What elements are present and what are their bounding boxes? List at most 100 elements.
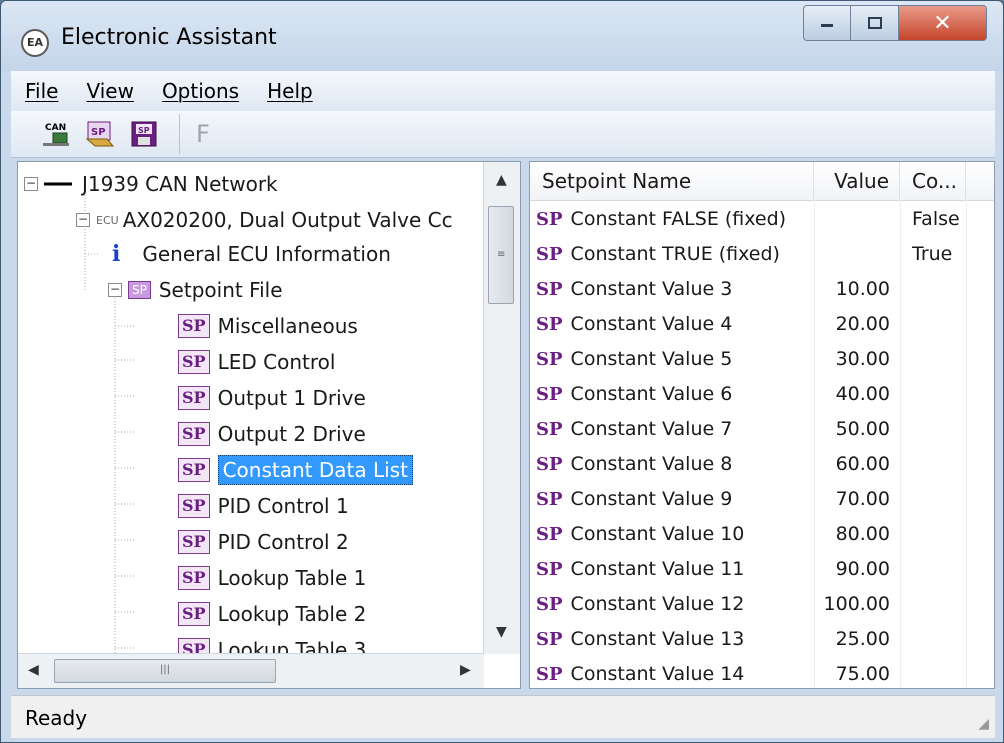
tree-item-lookup-table-1[interactable]: SP Lookup Table 1	[178, 562, 366, 594]
menu-file[interactable]: File	[25, 79, 58, 103]
menu-help[interactable]: Help	[267, 79, 313, 103]
toolbar: CAN SP SP F	[11, 111, 995, 158]
vertical-scroll-thumb[interactable]: ≡	[488, 206, 514, 304]
app-window: EA Electronic Assistant ✕ File View Opti…	[0, 0, 1004, 743]
setpoint-name: Constant Value 12	[570, 593, 745, 615]
sp-icon: SP	[536, 663, 563, 685]
table-row[interactable]: SP Constant Value 8 60.00	[530, 447, 994, 481]
minimize-button[interactable]	[803, 5, 851, 41]
tree-node-network[interactable]: − J1939 CAN Network	[24, 168, 278, 200]
tree-view[interactable]: − J1939 CAN Network − ECU AX020200, Dual…	[18, 162, 484, 654]
setpoint-comment-cell: True	[912, 243, 953, 265]
setpoint-name: Constant Value 10	[570, 523, 745, 545]
collapse-icon[interactable]: −	[108, 283, 122, 297]
open-setpoint-button[interactable]: SP	[83, 117, 117, 151]
tree-item-pid-control-2[interactable]: SP PID Control 2	[178, 526, 349, 558]
table-row[interactable]: SP Constant Value 7 50.00	[530, 412, 994, 446]
sp-icon: SP	[536, 628, 563, 650]
column-header-setpoint-name[interactable]: Setpoint Name	[530, 162, 814, 200]
table-row[interactable]: SP Constant Value 11 90.00	[530, 552, 994, 586]
column-header-value[interactable]: Value	[814, 162, 900, 200]
menu-options[interactable]: Options	[162, 79, 239, 103]
setpoint-value-cell[interactable]: 40.00	[814, 383, 900, 405]
setpoint-value-cell[interactable]: 20.00	[814, 313, 900, 335]
collapse-icon[interactable]: −	[76, 213, 90, 227]
close-button[interactable]: ✕	[899, 5, 987, 41]
tree-item-output-1-drive[interactable]: SP Output 1 Drive	[178, 382, 366, 414]
setpoint-value-cell[interactable]: 10.00	[814, 278, 900, 300]
setpoint-name: Constant Value 7	[570, 418, 733, 440]
sp-icon: SP	[178, 602, 210, 626]
setpoint-value-cell[interactable]: 60.00	[814, 453, 900, 475]
scroll-left-icon[interactable]: ◀	[28, 662, 39, 678]
sp-icon: SP	[178, 386, 210, 410]
setpoint-name: Constant Value 3	[570, 278, 733, 300]
close-icon: ✕	[933, 10, 952, 36]
setpoint-value-cell[interactable]: 80.00	[814, 523, 900, 545]
sp-icon: SP	[178, 638, 210, 654]
tree-item-label: PID Control 2	[217, 530, 349, 554]
tree-vertical-scrollbar[interactable]: ▲ ≡ ▼	[483, 162, 520, 654]
sp-icon: SP	[536, 313, 563, 335]
title-bar[interactable]: EA Electronic Assistant ✕	[1, 1, 1003, 71]
save-setpoint-button[interactable]: SP	[127, 117, 161, 151]
setpoint-value-cell[interactable]: 25.00	[814, 628, 900, 650]
setpoint-name-cell: SP Constant Value 5	[530, 348, 814, 370]
table-row[interactable]: SP Constant Value 12 100.00	[530, 587, 994, 621]
tree-item-label: LED Control	[217, 350, 336, 374]
tree-item-constant-data-list[interactable]: SP Constant Data List	[178, 454, 413, 486]
collapse-icon[interactable]: −	[24, 177, 38, 191]
table-row[interactable]: SP Constant FALSE (fixed) False	[530, 202, 994, 236]
table-row[interactable]: SP Constant Value 4 20.00	[530, 307, 994, 341]
tree-horizontal-scrollbar[interactable]: ◀ ||| ▶	[18, 653, 484, 688]
tree-item-lookup-table-2[interactable]: SP Lookup Table 2	[178, 598, 366, 630]
tree-node-label: General ECU Information	[142, 242, 391, 266]
setpoint-value-cell[interactable]: 90.00	[814, 558, 900, 580]
column-header-comment[interactable]: Co...	[900, 162, 966, 200]
scroll-right-icon[interactable]: ▶	[460, 662, 471, 678]
table-row[interactable]: SP Constant TRUE (fixed) True	[530, 237, 994, 271]
maximize-button[interactable]	[851, 5, 899, 41]
ecu-icon: ECU	[96, 213, 119, 227]
setpoint-value-cell[interactable]: 100.00	[814, 593, 900, 615]
sp-icon: SP	[536, 558, 563, 580]
horizontal-scroll-thumb[interactable]: |||	[54, 659, 276, 683]
sp-icon: SP	[178, 314, 210, 338]
table-row[interactable]: SP Constant Value 14 75.00	[530, 657, 994, 688]
info-icon: i	[112, 241, 121, 267]
scroll-up-icon[interactable]: ▲	[496, 172, 507, 188]
tree-item-led-control[interactable]: SP LED Control	[178, 346, 335, 378]
tree-node-general-info[interactable]: i General ECU Information	[98, 238, 391, 270]
table-row[interactable]: SP Constant Value 13 25.00	[530, 622, 994, 656]
flash-button[interactable]: F	[196, 120, 210, 148]
toolbar-group: CAN SP SP	[11, 114, 180, 154]
sp-icon: SP	[178, 350, 210, 374]
resize-grip-icon[interactable]: ◢	[978, 716, 989, 732]
tree-item-label: Lookup Table 2	[217, 602, 367, 626]
tree-item-output-2-drive[interactable]: SP Output 2 Drive	[178, 418, 366, 450]
scroll-down-icon[interactable]: ▼	[496, 624, 507, 640]
setpoint-name: Constant Value 11	[570, 558, 745, 580]
tree-item-pid-control-1[interactable]: SP PID Control 1	[178, 490, 349, 522]
tree-node-label: Setpoint File	[158, 278, 283, 302]
tree-item-lookup-table-3[interactable]: SP Lookup Table 3	[178, 634, 366, 654]
can-network-icon: CAN	[43, 123, 69, 146]
setpoint-value-cell[interactable]: 30.00	[814, 348, 900, 370]
table-row[interactable]: SP Constant Value 9 70.00	[530, 482, 994, 516]
tree-item-miscellaneous[interactable]: SP Miscellaneous	[178, 310, 358, 342]
tree-item-label: Lookup Table 1	[217, 566, 367, 590]
setpoint-value-cell[interactable]: 70.00	[814, 488, 900, 510]
setpoint-value-cell[interactable]: 75.00	[814, 663, 900, 685]
table-row[interactable]: SP Constant Value 3 10.00	[530, 272, 994, 306]
can-connect-button[interactable]: CAN	[39, 117, 73, 151]
table-row[interactable]: SP Constant Value 10 80.00	[530, 517, 994, 551]
setpoint-value-cell[interactable]: 50.00	[814, 418, 900, 440]
table-row[interactable]: SP Constant Value 6 40.00	[530, 377, 994, 411]
setpoint-name: Constant FALSE (fixed)	[570, 208, 787, 230]
tree-node-ecu[interactable]: − ECU AX020200, Dual Output Valve Cc	[76, 204, 453, 236]
tree-item-label: Miscellaneous	[217, 314, 358, 338]
table-row[interactable]: SP Constant Value 5 30.00	[530, 342, 994, 376]
menu-view[interactable]: View	[86, 79, 133, 103]
setpoint-file-icon: SP	[128, 281, 151, 299]
tree-node-setpoint-file[interactable]: − SP Setpoint File	[108, 274, 283, 306]
